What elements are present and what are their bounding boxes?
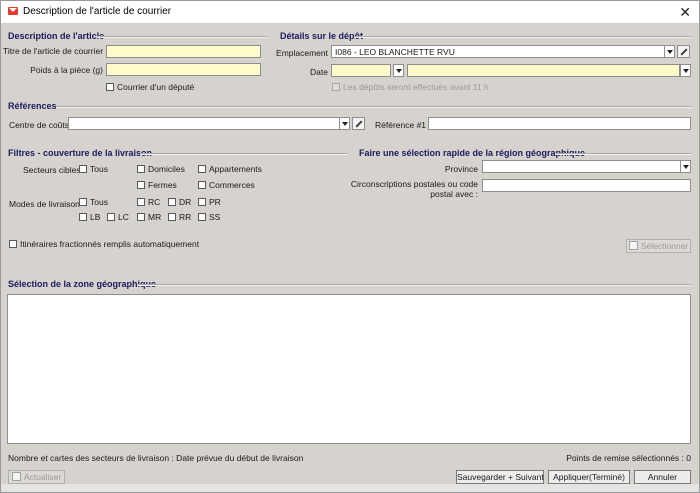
close-icon[interactable]: ✕: [679, 4, 691, 21]
select-button-label: Sélectionner: [640, 241, 689, 251]
target-businesses-label: Commerces: [209, 180, 255, 190]
province-label: Province: [444, 164, 478, 174]
mode-lc-checkbox[interactable]: [107, 213, 115, 221]
target-all-label: Tous: [90, 164, 108, 174]
mode-dr-checkbox[interactable]: [168, 198, 176, 206]
location-select[interactable]: I086 - LEO BLANCHETTE RVU: [331, 45, 665, 58]
target-businesses-checkbox[interactable]: [198, 181, 206, 189]
cost-center-select[interactable]: [68, 117, 340, 130]
mode-mr-checkbox[interactable]: [137, 213, 145, 221]
mp-mail-label: Courrier d'un député: [117, 82, 195, 92]
date-input[interactable]: [331, 64, 391, 77]
refresh-icon: [11, 472, 21, 481]
time-dropdown-icon[interactable]: [680, 64, 691, 77]
edit-cost-center-pencil-icon[interactable]: [352, 117, 365, 130]
cancel-button[interactable]: Annuler: [634, 470, 691, 484]
refresh-button-label: Actualiser: [23, 472, 62, 482]
select-icon: [628, 241, 638, 250]
weight-input[interactable]: [106, 63, 261, 76]
section-geo-selection: Sélection de la zone géographique: [8, 279, 157, 289]
section-quick-selection: Faire une sélection rapide de la région …: [359, 148, 586, 158]
apply-button[interactable]: Appliquer(Terminé): [548, 470, 630, 484]
target-homes-label: Domiciles: [148, 164, 185, 174]
mode-rc-checkbox[interactable]: [137, 198, 145, 206]
mode-lb-label: LB: [90, 212, 101, 222]
date-picker-icon[interactable]: [393, 64, 404, 77]
section-divider: [138, 284, 691, 286]
status-delivery-info: Nombre et cartes des secteurs de livrais…: [8, 453, 304, 463]
edit-location-pencil-icon[interactable]: [677, 45, 690, 58]
article-title-label: Titre de l'article de courrier: [3, 46, 104, 56]
target-homes-checkbox[interactable]: [137, 165, 145, 173]
section-divider: [56, 106, 691, 108]
postal-code-input[interactable]: [482, 179, 691, 192]
mp-mail-checkbox[interactable]: [106, 83, 114, 91]
reference1-label: Référence #1: [375, 120, 427, 130]
mode-mr-label: MR: [148, 212, 162, 222]
location-label: Emplacement: [276, 48, 328, 58]
section-divider: [355, 36, 691, 38]
mode-rr-label: RR: [179, 212, 192, 222]
split-routes-checkbox[interactable]: [9, 240, 17, 248]
mode-dr-label: DR: [179, 197, 192, 207]
weight-label: Poids à la pièce (g): [30, 65, 103, 75]
before-11-checkbox[interactable]: [332, 83, 340, 91]
province-select[interactable]: [482, 160, 681, 173]
before-11-label: Les dépôts seront effectués avant 11 h: [343, 82, 489, 92]
section-divider: [140, 153, 347, 155]
section-delivery-filters: Filtres - couverture de la livraison: [8, 148, 153, 158]
postal-label-line2: postal avec :: [430, 189, 478, 199]
target-sectors-label: Secteurs cibles: [23, 165, 81, 175]
province-dropdown-icon[interactable]: [680, 160, 691, 173]
mode-ss-label: SS: [209, 212, 221, 222]
cost-center-dropdown-icon[interactable]: [339, 117, 350, 130]
dialog-window: Description de l'article de courrier ✕ D…: [0, 0, 700, 493]
mode-lb-checkbox[interactable]: [79, 213, 87, 221]
mode-ss-checkbox[interactable]: [198, 213, 206, 221]
section-article-description: Description de l'article: [8, 31, 105, 41]
location-dropdown-icon[interactable]: [664, 45, 675, 58]
split-routes-label: Itinéraires fractionnés remplis automati…: [20, 239, 200, 249]
status-points-selected: Points de remise sélectionnés : 0: [566, 453, 691, 463]
section-divider: [97, 36, 267, 38]
refresh-button[interactable]: Actualiser: [8, 470, 65, 484]
bottom-edge: [1, 484, 699, 492]
select-button[interactable]: Sélectionner: [626, 239, 691, 253]
section-divider: [556, 153, 691, 155]
target-apartments-checkbox[interactable]: [198, 165, 206, 173]
window-title: Description de l'article de courrier: [23, 6, 172, 17]
geo-selection-area[interactable]: [7, 294, 691, 444]
target-farms-checkbox[interactable]: [137, 181, 145, 189]
article-title-input[interactable]: [106, 45, 261, 58]
target-all-checkbox[interactable]: [79, 165, 87, 173]
target-farms-label: Fermes: [148, 180, 177, 190]
mode-pr-checkbox[interactable]: [198, 198, 206, 206]
mode-lc-label: LC: [118, 212, 129, 222]
mode-pr-label: PR: [209, 197, 221, 207]
mode-rc-label: RC: [148, 197, 161, 207]
section-deposit-details: Détails sur le dépôt: [280, 31, 364, 41]
mode-rr-checkbox[interactable]: [168, 213, 176, 221]
postal-label-line1: Circonscriptions postales ou code: [350, 179, 478, 189]
mail-app-icon: [8, 7, 18, 15]
target-apartments-label: Appartements: [209, 164, 262, 174]
mode-all-checkbox[interactable]: [79, 198, 87, 206]
title-bar: Description de l'article de courrier ✕: [1, 1, 699, 24]
cost-center-label: Centre de coûts: [9, 120, 70, 130]
mode-all-label: Tous: [90, 197, 108, 207]
delivery-modes-label: Modes de livraison: [9, 199, 80, 209]
section-references: Références: [8, 101, 57, 111]
deposit-time-select[interactable]: [407, 64, 680, 77]
save-next-button[interactable]: Sauvegarder + Suivant: [456, 470, 544, 484]
reference1-input[interactable]: [428, 117, 691, 130]
date-label: Date: [310, 67, 328, 77]
